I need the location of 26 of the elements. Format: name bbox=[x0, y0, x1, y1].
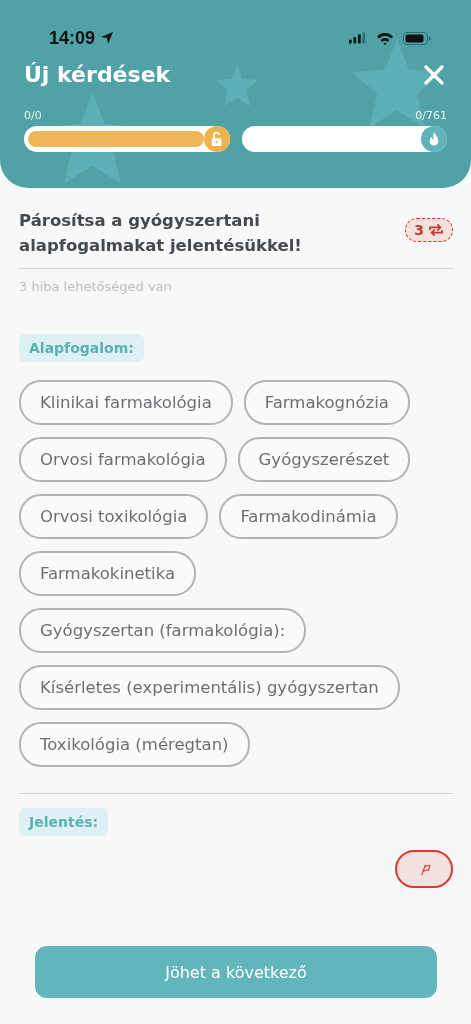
report-button[interactable] bbox=[395, 850, 453, 888]
term-chip[interactable]: Orvosi toxikológia bbox=[19, 494, 209, 539]
progress-reading: 0/0 bbox=[24, 109, 42, 122]
term-chip[interactable]: Gyógyszertan (farmakológia): bbox=[19, 608, 307, 653]
swap-arrows-icon bbox=[428, 223, 444, 237]
location-arrow-icon bbox=[100, 31, 115, 45]
term-chip[interactable]: Farmakodinámia bbox=[219, 494, 398, 539]
term-chip[interactable]: Gyógyszerészet bbox=[237, 437, 411, 482]
signal-icon bbox=[349, 32, 367, 44]
term-chip[interactable]: Orvosi farmakológia bbox=[19, 437, 227, 482]
screen-title: Új kérdések bbox=[24, 62, 171, 87]
question-text: Párosítsa a gyógyszertani alapfogalmakat jelentésükkel! bbox=[19, 210, 303, 257]
close-button[interactable] bbox=[423, 63, 445, 86]
term-chip[interactable]: Kísérletes (experimentális) gyógyszertan bbox=[19, 665, 400, 710]
progress-reading: 0/761 bbox=[415, 109, 447, 122]
section-label: Alapfogalom: bbox=[19, 334, 144, 362]
term-chip[interactable]: Toxikológia (méregtan) bbox=[19, 722, 250, 767]
battery-icon bbox=[403, 31, 431, 45]
retry-badge: 3 bbox=[405, 218, 453, 242]
term-chip[interactable]: Klinikai farmakológia bbox=[19, 380, 233, 425]
status-time: 14:09 bbox=[49, 27, 96, 49]
term-chip[interactable]: Farmakokinetika bbox=[19, 551, 196, 596]
hint-text: 3 hiba lehetőséged van bbox=[19, 279, 172, 294]
wifi-icon bbox=[376, 31, 394, 45]
section-label: Jelentés: bbox=[19, 808, 109, 836]
term-chip[interactable]: Farmakognózia bbox=[243, 380, 410, 425]
